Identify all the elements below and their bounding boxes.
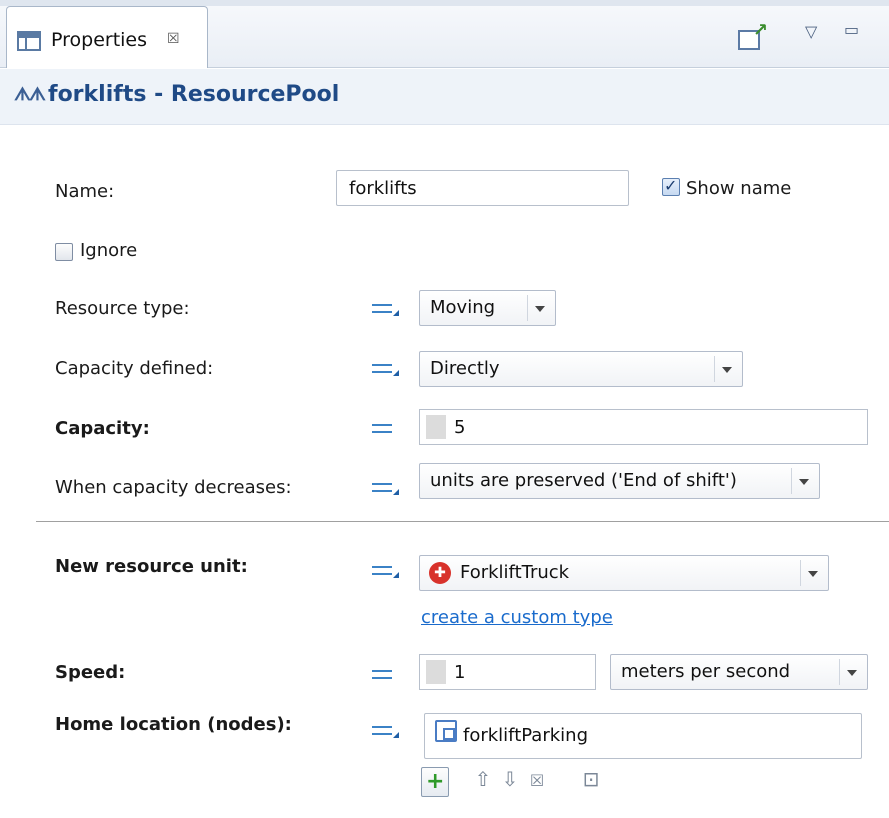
capacity-decreases-select[interactable]: units are preserved ('End of shift') xyxy=(419,463,820,499)
view-menu-icon[interactable]: ▽ xyxy=(805,22,817,41)
speed-field[interactable]: 1 xyxy=(419,654,596,690)
static-value-icon[interactable] xyxy=(372,420,400,440)
view-tab-bar: Properties ☒ ↗ ▽ ▭ xyxy=(0,0,889,68)
close-tab-icon[interactable]: ☒ xyxy=(167,31,180,47)
tab-properties[interactable]: Properties ☒ xyxy=(6,6,208,68)
page-title: forklifts - ResourcePool xyxy=(48,82,340,107)
tab-label: Properties xyxy=(51,29,148,51)
new-resource-unit-label: New resource unit: xyxy=(55,556,248,577)
field-grip xyxy=(426,415,446,439)
resource-type-label: Resource type: xyxy=(55,298,190,319)
move-down-icon[interactable]: ⇩ xyxy=(497,767,523,797)
chevron-down-icon xyxy=(714,356,738,382)
chevron-down-icon xyxy=(839,659,863,685)
resource-type-select[interactable]: Moving xyxy=(419,290,556,326)
home-location-list[interactable]: forkliftParking xyxy=(424,713,862,759)
field-grip xyxy=(426,660,446,684)
show-name-label: Show name xyxy=(686,178,792,199)
remove-icon[interactable]: ☒ xyxy=(524,771,550,801)
move-up-icon[interactable]: ⇧ xyxy=(470,767,496,797)
add-node-button[interactable]: + xyxy=(421,767,449,797)
dynamic-value-toggle-icon[interactable] xyxy=(372,479,400,499)
new-resource-unit-select[interactable]: ✚ ForkliftTruck xyxy=(419,555,829,591)
dynamic-value-toggle-icon[interactable] xyxy=(372,722,400,742)
people-icon: ᗑᗑ xyxy=(14,84,46,105)
speed-unit-select[interactable]: meters per second xyxy=(610,654,868,690)
ignore-checkbox[interactable] xyxy=(55,243,73,261)
capacity-defined-label: Capacity defined: xyxy=(55,358,214,379)
chevron-down-icon xyxy=(800,560,824,586)
chevron-down-icon xyxy=(527,295,551,321)
home-location-label: Home location (nodes): xyxy=(55,714,292,735)
network-node-icon xyxy=(435,720,457,742)
dynamic-value-toggle-icon[interactable] xyxy=(372,360,400,380)
properties-icon xyxy=(17,31,41,51)
capacity-label: Capacity: xyxy=(55,418,150,439)
section-divider xyxy=(36,521,889,522)
dynamic-value-toggle-icon[interactable] xyxy=(372,562,400,582)
ignore-label: Ignore xyxy=(80,240,138,261)
name-field[interactable]: forklifts xyxy=(336,170,629,206)
speed-label: Speed: xyxy=(55,662,126,683)
static-value-icon[interactable] xyxy=(372,666,400,686)
create-custom-type-link[interactable]: create a custom type xyxy=(421,607,613,628)
capacity-defined-select[interactable]: Directly xyxy=(419,351,743,387)
chevron-down-icon xyxy=(791,468,815,494)
capacity-decreases-label: When capacity decreases: xyxy=(55,477,292,498)
minimize-icon[interactable]: ▭ xyxy=(844,20,859,39)
open-new-window-icon[interactable]: ↗ xyxy=(738,20,768,50)
dynamic-value-toggle-icon[interactable] xyxy=(372,300,400,320)
agent-type-icon: ✚ xyxy=(429,562,451,584)
pick-from-canvas-icon[interactable]: ⊡ xyxy=(578,767,604,797)
capacity-field[interactable]: 5 xyxy=(419,409,868,445)
name-label: Name: xyxy=(55,181,115,202)
show-name-checkbox[interactable] xyxy=(662,176,680,196)
